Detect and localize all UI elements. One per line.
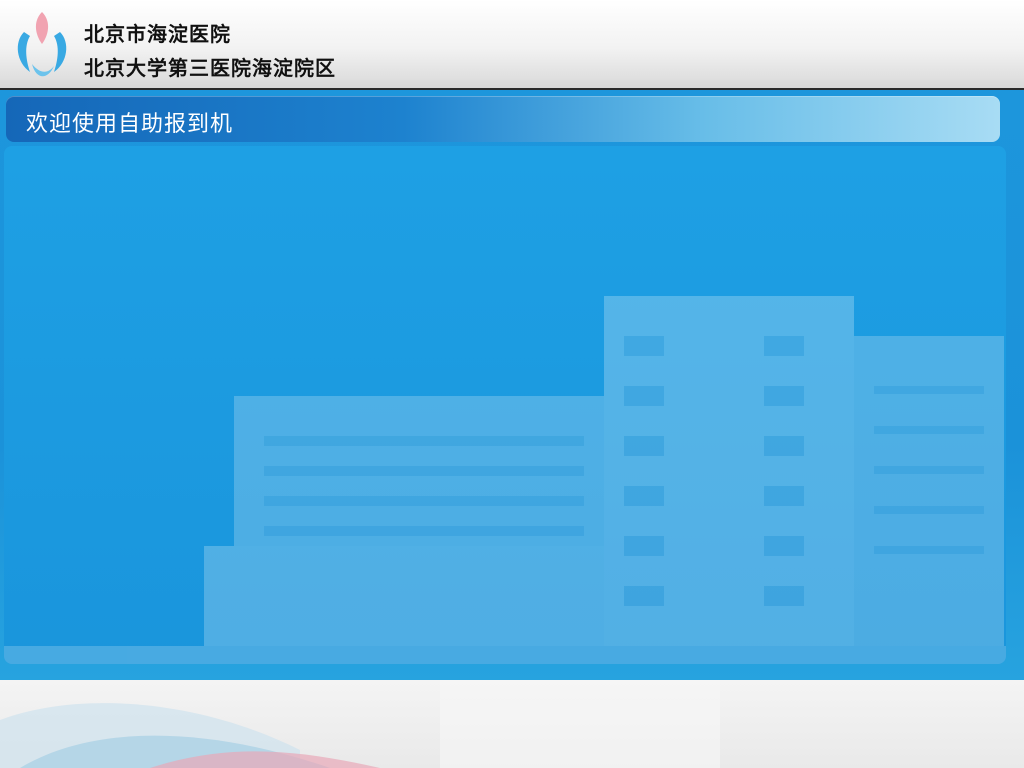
hospital-name: 北京市海淀医院 — [84, 22, 231, 46]
welcome-title-bar: 欢迎使用自助报到机 — [6, 96, 1000, 142]
decorative-swoosh — [0, 680, 720, 768]
welcome-title: 欢迎使用自助报到机 — [26, 112, 234, 137]
app-header: 北京市海淀医院 北京大学第三医院海淀院区 — [0, 0, 1024, 90]
main-area: 欢迎使用自助报到机 — [0, 90, 1024, 680]
content-panel — [4, 146, 1006, 664]
app-footer — [0, 680, 1024, 768]
hospital-building-background — [4, 296, 1006, 664]
hospital-subname: 北京大学第三医院海淀院区 — [84, 56, 336, 80]
hospital-logo-icon — [17, 12, 67, 77]
